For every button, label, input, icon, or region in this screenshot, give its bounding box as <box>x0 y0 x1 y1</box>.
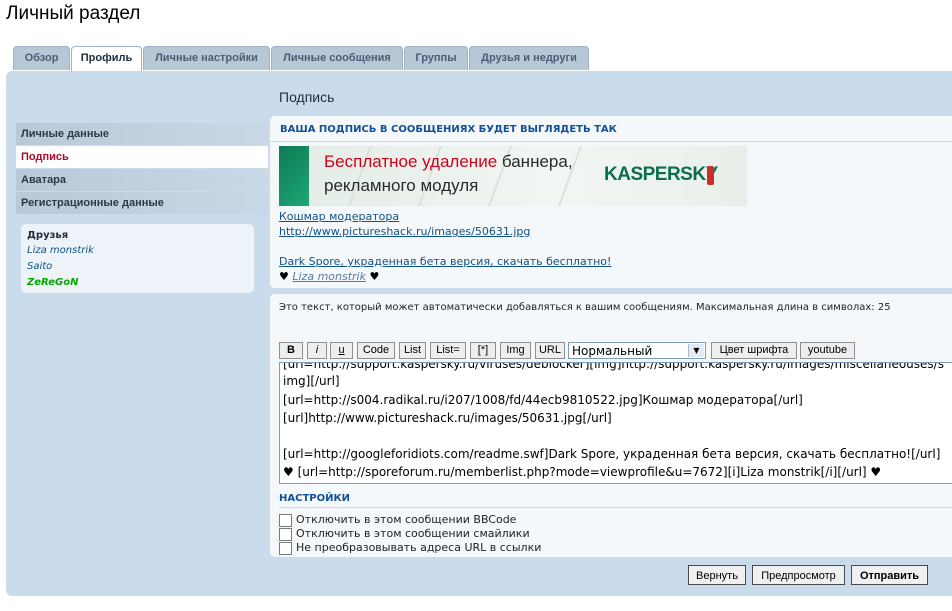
textarea-line: ♥ [url=http://sporeforum.ru/memberlist.p… <box>283 465 882 479</box>
tab-profile[interactable]: Профиль <box>71 46 142 72</box>
sidebar-item-avatar[interactable]: Аватара <box>16 169 268 191</box>
font-size-select[interactable]: Нормальный ▼ <box>568 342 706 359</box>
signature-name-line: ♥ Liza monstrik ♥ <box>279 270 379 283</box>
banner-text-line2: рекламного модуля <box>324 176 479 195</box>
option-label: Отключить в этом сообщении смайлики <box>296 527 530 540</box>
heart-icon: ♥ <box>369 270 380 283</box>
font-size-value: Нормальный <box>572 344 653 358</box>
textarea-line: img][/url] <box>283 374 340 388</box>
list-button[interactable]: List <box>399 342 426 359</box>
underline-button[interactable]: u <box>330 342 353 359</box>
url-button[interactable]: URL <box>535 342 565 359</box>
kaspersky-badge-icon <box>707 166 714 185</box>
banner-text-red: Бесплатное удаление <box>324 152 498 171</box>
sidebar-item-signature[interactable]: Подпись <box>16 146 268 168</box>
signature-link-image[interactable]: http://www.pictureshack.ru/images/50631.… <box>279 225 530 238</box>
signature-editor: Это текст, который может автоматически д… <box>270 294 952 557</box>
section-title: Подпись <box>279 89 335 105</box>
tab-friends-foes[interactable]: Друзья и недруги <box>469 46 589 70</box>
friend-link[interactable]: Liza monstrik <box>27 245 94 256</box>
divider <box>279 507 952 508</box>
signature-name-link[interactable]: Liza monstrik <box>292 270 366 283</box>
sidebar-menu: Личные данные Подпись Аватара Регистраци… <box>16 123 268 215</box>
code-button[interactable]: Code <box>357 342 395 359</box>
friends-box: Друзья Liza monstrik Saito ZeReGoN <box>21 224 254 293</box>
chevron-down-icon[interactable]: ▼ <box>688 344 704 357</box>
img-button[interactable]: Img <box>500 342 531 359</box>
page-title: Личный раздел <box>6 3 141 24</box>
textarea-line: [url=http://s004.radikal.ru/i207/1008/fd… <box>283 393 803 407</box>
heart-icon: ♥ <box>279 270 289 283</box>
textarea-line: [url=http://support.kaspersky.ru/viruses… <box>283 362 944 371</box>
option-label: Не преобразовывать адреса URL в ссылки <box>296 541 542 554</box>
disable-url-parse-checkbox[interactable] <box>279 542 292 555</box>
reset-button[interactable]: Вернуть <box>688 565 746 585</box>
banner-text-rest: баннера, <box>497 152 573 171</box>
signature-link-dark-spore[interactable]: Dark Spore, украденная бета версия, скач… <box>279 255 611 268</box>
sidebar-item-personal-data[interactable]: Личные данные <box>16 123 268 145</box>
disable-smilies-checkbox[interactable] <box>279 528 292 541</box>
youtube-button[interactable]: youtube <box>800 342 855 359</box>
submit-button[interactable]: Отправить <box>851 565 928 585</box>
divider <box>270 141 952 142</box>
editor-description: Это текст, который может автоматически д… <box>279 302 891 313</box>
friends-title: Друзья <box>27 230 69 241</box>
preview-heading: Ваша подпись в сообщениях будет выглядет… <box>280 124 617 135</box>
list-item-button[interactable]: [*] <box>470 342 496 359</box>
settings-heading: Настройки <box>279 493 351 504</box>
tab-overview[interactable]: Обзор <box>13 46 70 70</box>
option-label: Отключить в этом сообщении BBCode <box>296 513 517 526</box>
kaspersky-logo: KASPERSKY <box>604 164 718 185</box>
ordered-list-button[interactable]: List= <box>430 342 466 359</box>
banner-text: Бесплатное удаление баннера, <box>324 152 573 172</box>
signature-preview: Ваша подпись в сообщениях будет выглядет… <box>270 116 952 288</box>
signature-link-moderator[interactable]: Кошмар модератора <box>279 210 399 223</box>
tab-personal-settings[interactable]: Личные настройки <box>143 46 270 70</box>
tab-private-messages[interactable]: Личные сообщения <box>271 46 403 70</box>
textarea-line: [url]http://www.pictureshack.ru/images/5… <box>283 411 612 425</box>
friend-link[interactable]: ZeReGoN <box>27 277 78 288</box>
friend-link[interactable]: Saito <box>27 261 52 272</box>
advert-banner[interactable]: Бесплатное удаление баннера, рекламного … <box>279 146 747 206</box>
textarea-line: [url=http://googleforidiots.com/readme.s… <box>283 447 941 461</box>
tab-groups[interactable]: Группы <box>404 46 468 70</box>
disable-bbcode-checkbox[interactable] <box>279 514 292 527</box>
bold-button[interactable]: B <box>279 342 303 359</box>
banner-decoration <box>279 146 309 206</box>
sidebar-item-registration-data[interactable]: Регистрационные данные <box>16 192 268 214</box>
font-color-button[interactable]: Цвет шрифта <box>711 342 797 359</box>
preview-button[interactable]: Предпросмотр <box>752 565 845 585</box>
italic-button[interactable]: i <box>307 342 327 359</box>
signature-textarea[interactable]: [url=http://support.kaspersky.ru/viruses… <box>279 362 952 484</box>
